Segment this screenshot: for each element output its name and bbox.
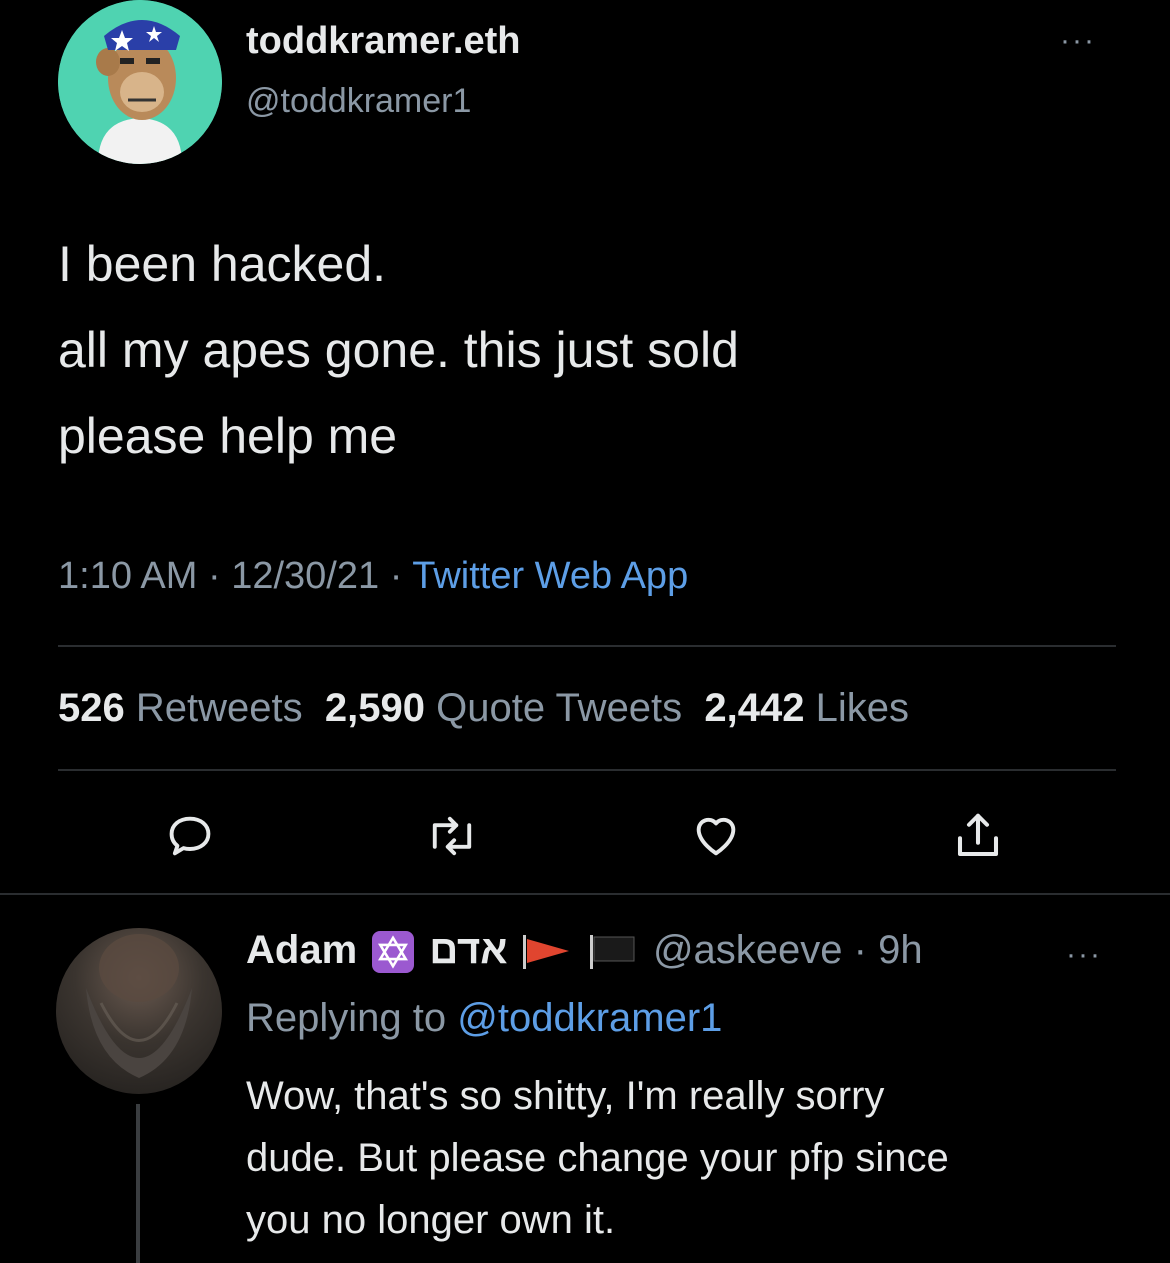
author-display-name[interactable]: toddkramer.eth (246, 20, 521, 63)
reply-author-line: Adam אדם @askeeve · 9h (246, 928, 923, 974)
reply-display-name[interactable]: Adam (246, 928, 357, 972)
author-handle[interactable]: @toddkramer1 (246, 82, 471, 121)
share-icon (957, 813, 999, 857)
share-button[interactable] (948, 806, 1008, 866)
reply-icon (169, 816, 211, 856)
tweet-text-line-2: all my apes gone. this just sold (58, 322, 739, 378)
reply-text-line-1: Wow, that's so shitty, I'm really sorry (246, 1074, 885, 1118)
star-of-david-icon (372, 931, 415, 974)
replying-to-handle-link[interactable]: @toddkramer1 (457, 996, 722, 1040)
retweets-label: Retweets (135, 686, 303, 730)
divider (58, 769, 1116, 771)
like-icon (696, 817, 736, 856)
author-avatar[interactable] (58, 0, 222, 164)
reply-handle-time[interactable]: @askeeve · 9h (653, 928, 923, 972)
quotes-stat[interactable]: 2,590 Quote Tweets (325, 686, 682, 730)
reply-hebrew-name: אדם (429, 928, 508, 972)
reply-text-line-2: dude. But please change your pfp since (246, 1136, 949, 1180)
divider (58, 645, 1116, 647)
quotes-label: Quote Tweets (436, 686, 683, 730)
retweet-button[interactable] (422, 806, 482, 866)
meta-separator: · (207, 555, 221, 597)
ape-avatar-image (58, 0, 222, 164)
tweet-date[interactable]: 12/30/21 (231, 555, 379, 597)
reply-author-avatar[interactable] (56, 928, 222, 1094)
likes-label: Likes (815, 686, 910, 730)
like-button[interactable] (686, 806, 746, 866)
reply-button[interactable] (160, 806, 220, 866)
retweet-icon (432, 816, 472, 856)
tweet-time[interactable]: 1:10 AM (58, 555, 197, 597)
replying-to-label: Replying to (246, 996, 447, 1040)
likes-stat[interactable]: 2,442 Likes (704, 686, 909, 730)
tweet-text-line-1: I been hacked. (58, 236, 387, 292)
divider (0, 893, 1170, 895)
likes-count: 2,442 (704, 686, 805, 730)
bearded-man-avatar-image (86, 934, 192, 1078)
black-flag-icon (589, 935, 635, 970)
replying-to-line: Replying to @toddkramer1 (246, 996, 722, 1041)
quotes-count: 2,590 (324, 686, 425, 730)
tweet-source-link[interactable]: Twitter Web App (412, 555, 688, 597)
tweet-more-icon[interactable]: ··· (1060, 24, 1096, 58)
reply-text-line-3: you no longer own it. (246, 1198, 616, 1242)
tweet-text-line-3: please help me (58, 408, 398, 464)
tweet-stats: 526 Retweets 2,590 Quote Tweets 2,442 Li… (58, 686, 909, 731)
red-flag-icon (522, 935, 569, 970)
retweets-count: 526 (58, 686, 125, 730)
retweets-stat[interactable]: 526 Retweets (58, 686, 303, 730)
reply-thread-line (136, 1104, 140, 1263)
tweet-meta: 1:10 AM · 12/30/21 · Twitter Web App (58, 555, 688, 598)
reply-more-icon[interactable]: ··· (1066, 938, 1102, 972)
meta-separator: · (389, 555, 403, 597)
